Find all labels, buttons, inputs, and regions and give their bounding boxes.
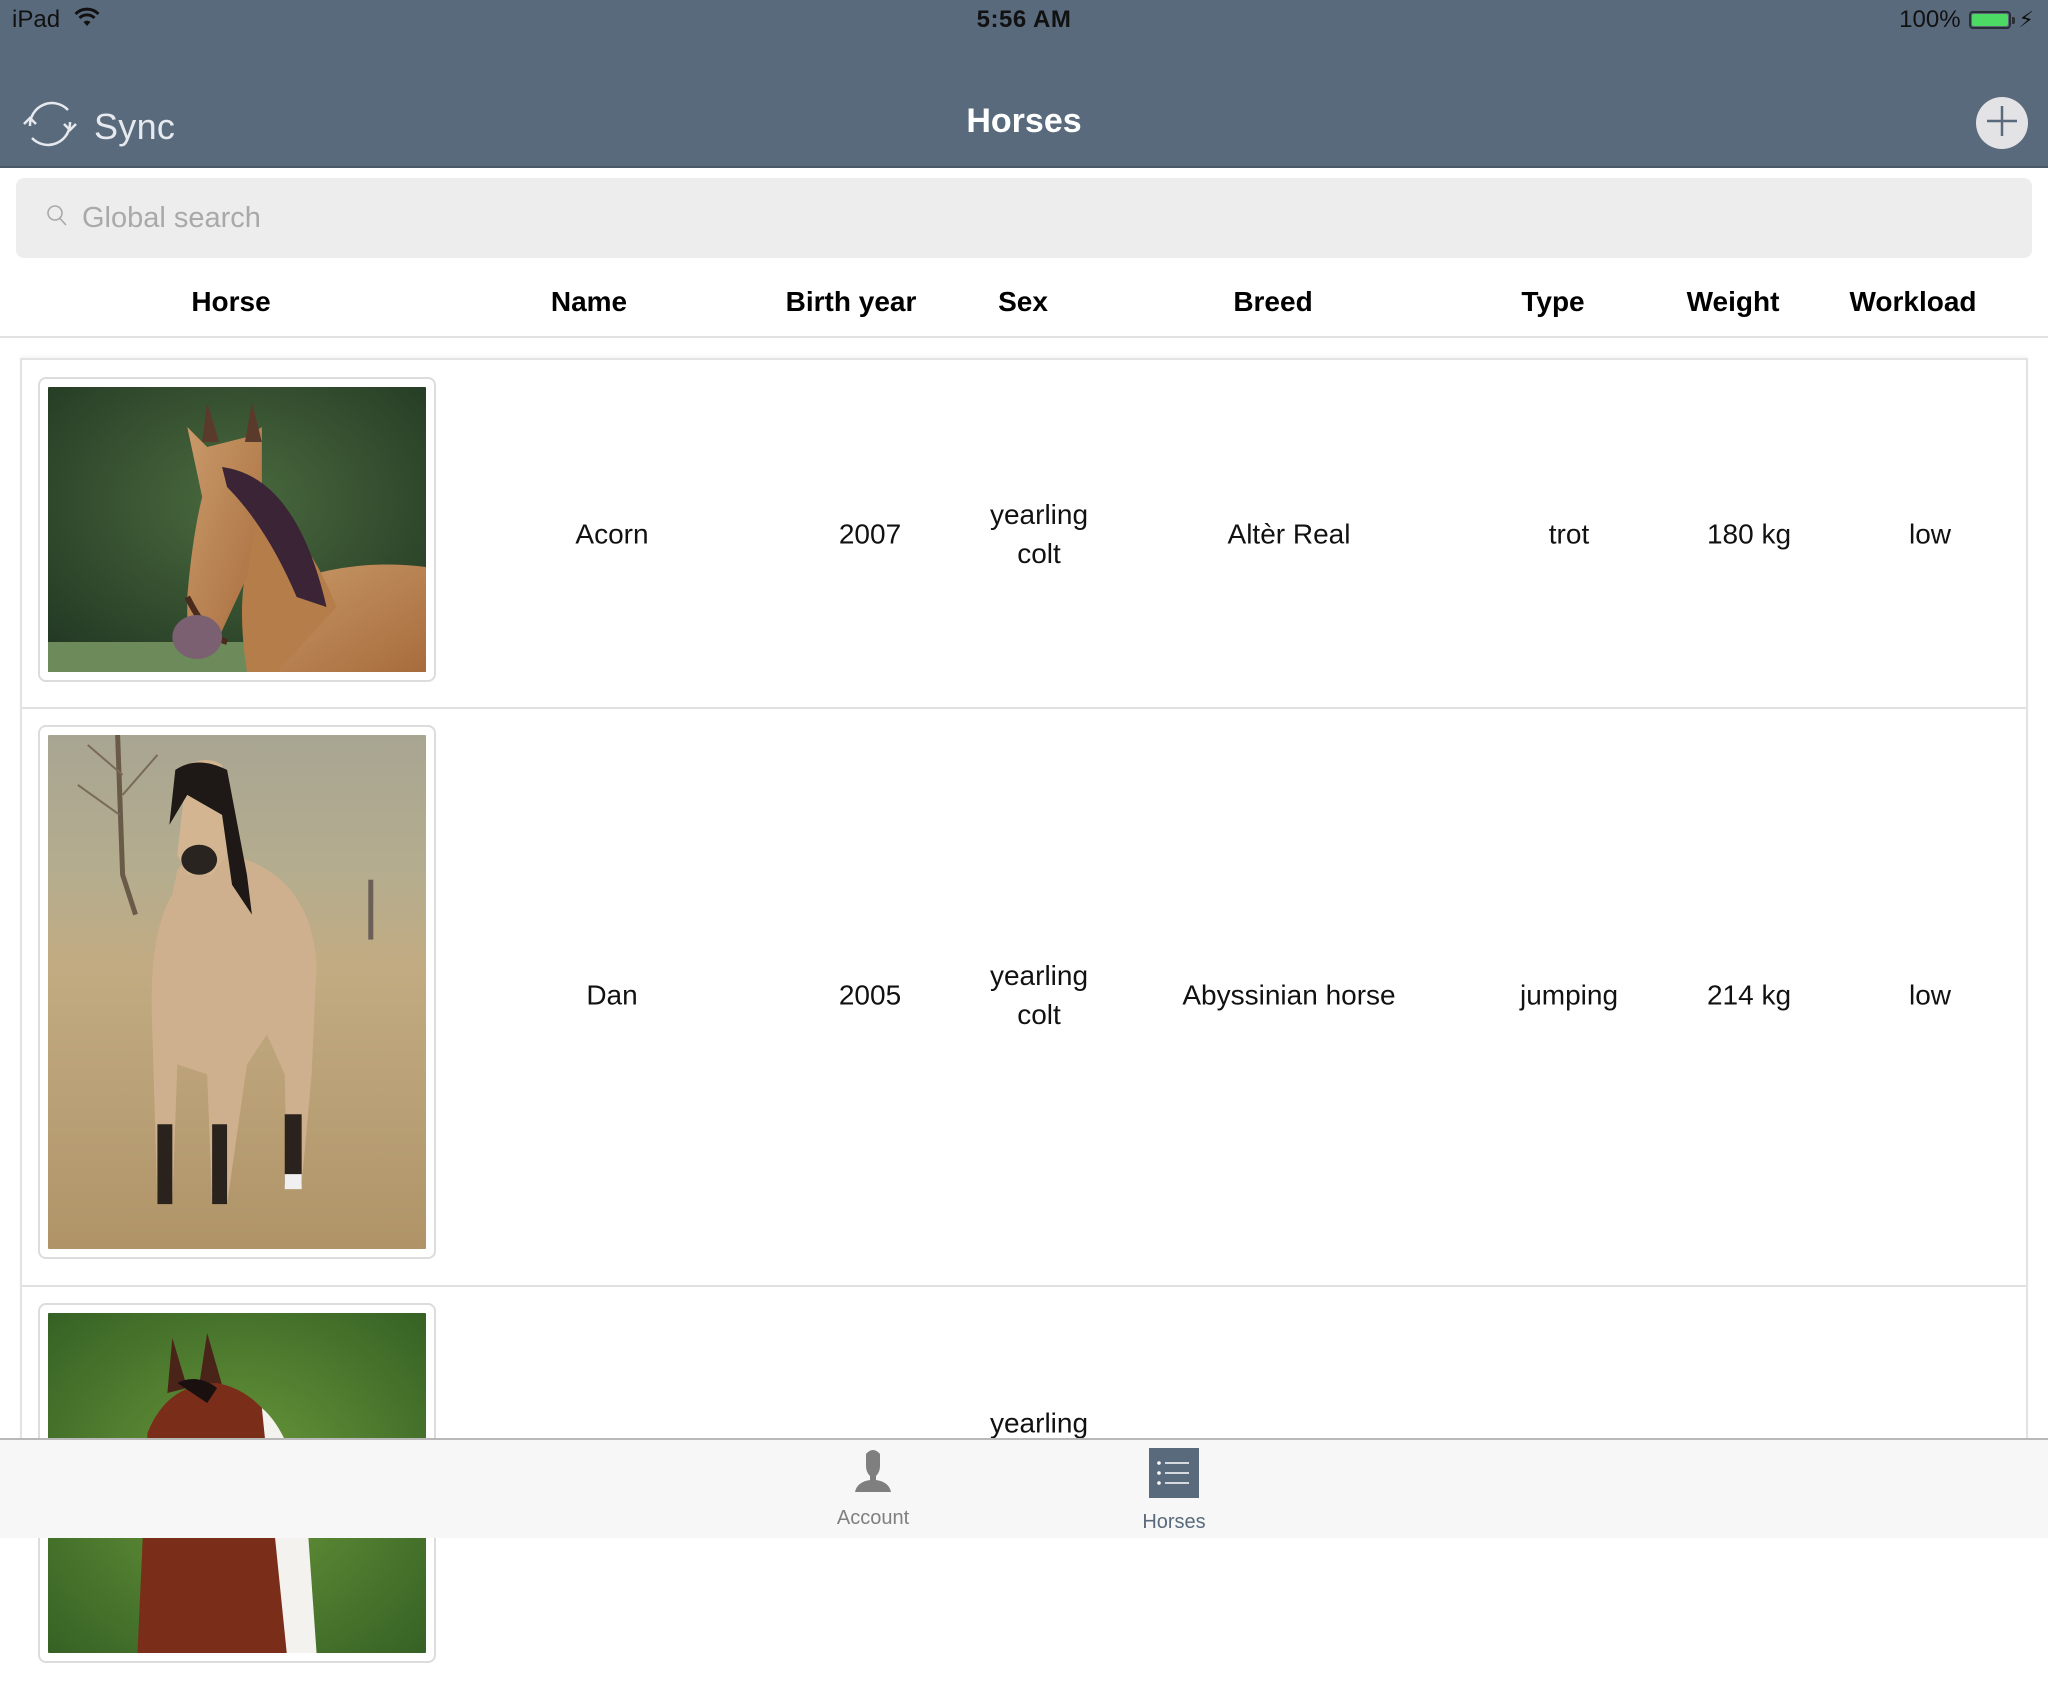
table-header: Horse Name Birth year Sex Breed Type Wei… [0, 268, 2048, 338]
horse-workload: low [1908, 979, 1952, 1011]
plus-icon [1985, 104, 2019, 143]
column-header-workload[interactable]: Workload [1849, 286, 1976, 318]
battery-icon [1968, 11, 2015, 29]
horse-photo [48, 735, 426, 1249]
battery-percent: 100% [1899, 6, 1961, 33]
status-bar-right: 100% ⚡︎ [1899, 4, 2034, 36]
tab-bar: Account Horses [0, 1438, 2048, 1538]
table-row[interactable]: Dan 2005 yearling colt Abyssinian horse … [22, 709, 2026, 1287]
navigation-bar: iPad 5:56 AM 100% ⚡︎ Sync Horses [0, 0, 2048, 168]
status-time: 5:56 AM [976, 6, 1072, 33]
horse-sex: yearling colt [990, 495, 1088, 573]
column-header-sex[interactable]: Sex [998, 286, 1048, 318]
horse-weight: 214 kg [1706, 979, 1792, 1011]
horse-weight: 180 kg [1706, 518, 1792, 550]
page-title: Horses [966, 102, 1082, 140]
horse-birth-year: 2005 [838, 979, 902, 1011]
horse-workload: low [1908, 518, 1952, 550]
horse-sex-line1: yearling [989, 499, 1089, 530]
horse-photo [48, 387, 426, 672]
horse-sex: yearling [990, 1404, 1088, 1443]
horse-name: Acorn [575, 518, 649, 550]
search-icon [46, 204, 68, 233]
horse-type: jumping [1519, 979, 1619, 1011]
horse-photo-frame [38, 377, 436, 682]
column-header-horse[interactable]: Horse [191, 286, 270, 318]
column-header-birth-year[interactable]: Birth year [786, 286, 917, 318]
column-header-name[interactable]: Name [551, 286, 627, 318]
list-icon [1149, 1448, 1199, 1503]
horse-sex-line2: colt [1017, 538, 1061, 569]
column-header-breed[interactable]: Breed [1233, 286, 1312, 318]
tab-horses[interactable]: Horses [1094, 1448, 1254, 1534]
horse-breed: Altèr Real [1227, 518, 1351, 550]
column-header-type[interactable]: Type [1521, 286, 1584, 318]
table-row[interactable]: Acorn 2007 yearling colt Altèr Real trot… [22, 360, 2026, 709]
horse-sex-line2: colt [1017, 999, 1061, 1030]
horse-breed: Abyssinian horse [1182, 979, 1396, 1011]
global-search-input[interactable] [80, 200, 1984, 236]
horse-sex-line1: yearling [989, 1407, 1089, 1439]
horses-table: Acorn 2007 yearling colt Altèr Real trot… [20, 358, 2028, 1663]
horse-name: Dan [586, 979, 638, 1011]
horse-photo-frame [38, 725, 436, 1259]
tab-account[interactable]: Account [793, 1448, 953, 1530]
column-header-weight[interactable]: Weight [1687, 286, 1780, 318]
horse-sex-line1: yearling [989, 960, 1089, 991]
tab-horses-label: Horses [1142, 1511, 1206, 1533]
tab-account-label: Account [836, 1507, 910, 1529]
person-icon [849, 1448, 897, 1499]
add-horse-button[interactable] [1976, 97, 2028, 149]
horse-type: trot [1548, 518, 1590, 550]
battery-fill [1971, 14, 2008, 26]
global-search-bar[interactable] [16, 178, 2032, 258]
horse-sex: yearling colt [990, 956, 1088, 1034]
horse-birth-year: 2007 [838, 518, 902, 550]
bolt-icon: ⚡︎ [2018, 7, 2034, 32]
